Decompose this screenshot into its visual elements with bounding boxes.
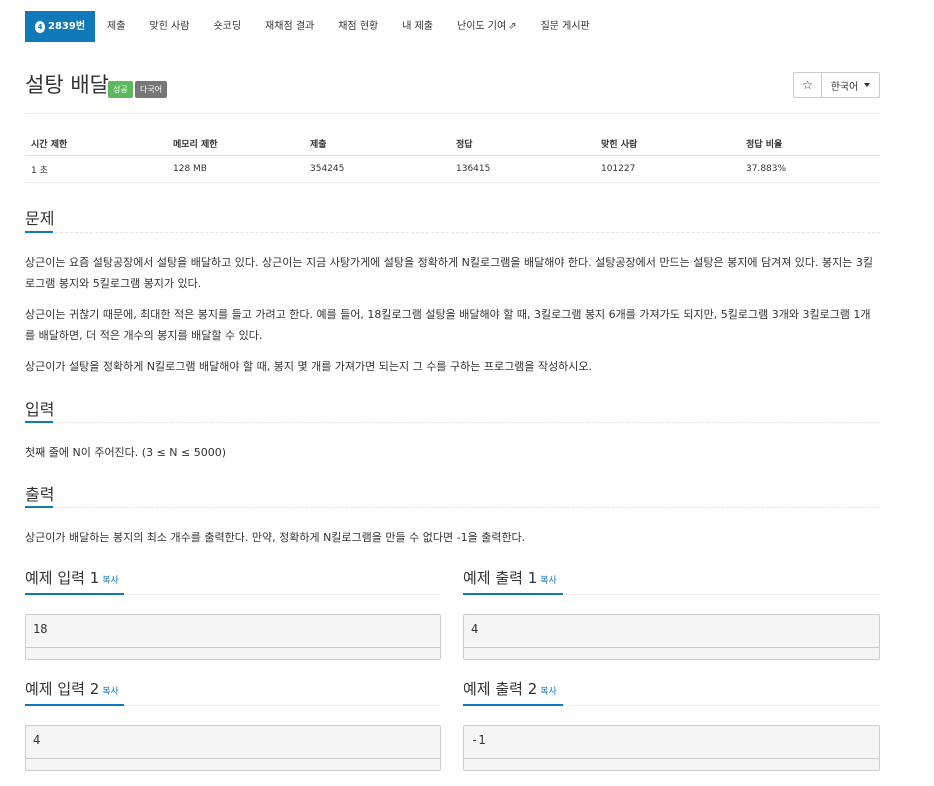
tier-icon: 4 xyxy=(35,20,45,33)
input-description: 첫째 줄에 N이 주어진다. (3 ≤ N ≤ 5000) xyxy=(25,446,227,459)
star-button[interactable]: ☆ xyxy=(793,72,822,98)
success-badge: 성공 xyxy=(108,81,133,98)
sample-output-1-box[interactable]: 4 xyxy=(463,614,880,660)
sample-underline xyxy=(463,704,563,706)
language-label: 한국어 xyxy=(830,81,859,93)
header-memory-limit: 메모리 제한 xyxy=(173,139,218,150)
sample-input-1-label: 예제 입력 1 xyxy=(25,569,100,587)
sample-input-2-label: 예제 입력 2 xyxy=(25,680,100,698)
tab-solved-users[interactable]: 맞힌 사람 xyxy=(137,11,201,42)
tab-problem[interactable]: 4 2839번 xyxy=(25,11,96,42)
section-underline xyxy=(25,231,53,233)
sample-output-1-label: 예제 출력 1 xyxy=(463,569,538,587)
title-row: 설탕 배달 성공 다국어 ☆ 한국어 xyxy=(25,70,880,102)
tab-status[interactable]: 채점 현황 xyxy=(326,11,390,42)
problem-menu: 4 2839번 제출 맞힌 사람 숏코딩 재채점 결과 채점 현황 내 제출 난… xyxy=(25,11,602,42)
sample-underline xyxy=(463,593,563,595)
value-accept-ratio: 37.883% xyxy=(746,164,787,174)
sample-output-2-box[interactable]: -1 xyxy=(463,725,880,771)
header-accept-ratio: 정답 비율 xyxy=(746,139,783,150)
problem-id: 2839번 xyxy=(48,21,86,32)
copy-sample-input-2[interactable]: 복사 xyxy=(102,687,119,697)
copy-sample-input-1[interactable]: 복사 xyxy=(102,576,119,586)
star-icon: ☆ xyxy=(802,78,813,92)
section-title-input: 입력 xyxy=(25,400,55,419)
sample-input-2-box[interactable]: 4 xyxy=(25,725,441,771)
sample-output-2-title: 예제 출력 2 복사 xyxy=(463,678,557,699)
problem-description-1: 상근이는 요즘 설탕공장에서 설탕을 배달하고 있다. 상근이는 지금 사탕가게… xyxy=(25,256,874,290)
header-time-limit: 시간 제한 xyxy=(31,139,68,150)
language-dropdown[interactable]: 한국어 xyxy=(822,72,880,98)
sample-input-2-title: 예제 입력 2 복사 xyxy=(25,678,119,699)
tab-difficulty-label: 난이도 기여 xyxy=(457,21,507,32)
section-divider xyxy=(25,507,880,508)
value-submissions: 354245 xyxy=(310,164,345,174)
tab-difficulty-contribution[interactable]: 난이도 기여 ⇗ xyxy=(445,11,529,42)
problem-description-2: 상근이는 귀찮기 때문에, 최대한 적은 봉지를 들고 가려고 한다. 예를 들… xyxy=(25,308,871,342)
tab-question-board[interactable]: 질문 게시판 xyxy=(529,11,602,42)
sample-input-2-text: 4 xyxy=(33,733,41,747)
sample-input-1-text: 18 xyxy=(33,622,48,636)
section-title-problem: 문제 xyxy=(25,209,55,228)
value-accepted: 136415 xyxy=(456,164,491,174)
tab-my-submissions[interactable]: 내 제출 xyxy=(390,11,445,42)
sample-box-separator xyxy=(464,647,879,648)
tab-submit[interactable]: 제출 xyxy=(95,11,137,42)
section-underline xyxy=(25,506,53,508)
sample-box-separator xyxy=(464,758,879,759)
copy-sample-output-2[interactable]: 복사 xyxy=(540,687,557,697)
header-accepted: 정답 xyxy=(456,139,473,150)
value-time-limit: 1 초 xyxy=(31,165,48,176)
section-divider xyxy=(25,232,880,233)
problem-title: 설탕 배달 xyxy=(25,73,109,97)
sample-output-1-title: 예제 출력 1 복사 xyxy=(463,567,557,588)
value-solved-users: 101227 xyxy=(601,164,636,174)
sample-underline xyxy=(25,593,124,595)
sample-underline xyxy=(25,704,124,706)
caret-down-icon xyxy=(864,83,871,87)
sample-output-2-label: 예제 출력 2 xyxy=(463,680,538,698)
problem-description-3: 상근이가 설탕을 정확하게 N킬로그램 배달해야 할 때, 봉지 몇 개를 가져… xyxy=(25,360,593,373)
problem-info-table: 시간 제한 메모리 제한 제출 정답 맞힌 사람 정답 비율 1 초 128 M… xyxy=(25,131,880,183)
header-submissions: 제출 xyxy=(310,139,327,150)
table-row: 1 초 128 MB 354245 136415 101227 37.883% xyxy=(25,156,880,183)
section-title-output: 출력 xyxy=(25,485,55,504)
external-link-icon: ⇗ xyxy=(508,21,517,32)
section-underline xyxy=(25,421,53,423)
multilingual-badge: 다국어 xyxy=(135,81,168,98)
sample-input-1-box[interactable]: 18 xyxy=(25,614,441,660)
copy-sample-output-1[interactable]: 복사 xyxy=(540,576,557,586)
sample-box-separator xyxy=(26,647,440,648)
sample-output-2-text: -1 xyxy=(471,733,486,747)
tab-short-coding[interactable]: 숏코딩 xyxy=(201,11,253,42)
sample-output-1-text: 4 xyxy=(471,622,479,636)
tab-rejudge-results[interactable]: 재채점 결과 xyxy=(253,11,326,42)
sample-box-separator xyxy=(26,758,440,759)
value-memory-limit: 128 MB xyxy=(173,164,207,174)
header-solved-users: 맞힌 사람 xyxy=(601,139,638,150)
table-header-row: 시간 제한 메모리 제한 제출 정답 맞힌 사람 정답 비율 xyxy=(25,131,880,156)
section-divider xyxy=(25,422,880,423)
output-description: 상근이가 배달하는 봉지의 최소 개수를 출력한다. 만약, 정확하게 N킬로그… xyxy=(25,531,526,544)
sample-input-1-title: 예제 입력 1 복사 xyxy=(25,567,119,588)
title-actions: ☆ 한국어 xyxy=(793,72,880,98)
title-divider xyxy=(25,113,880,114)
